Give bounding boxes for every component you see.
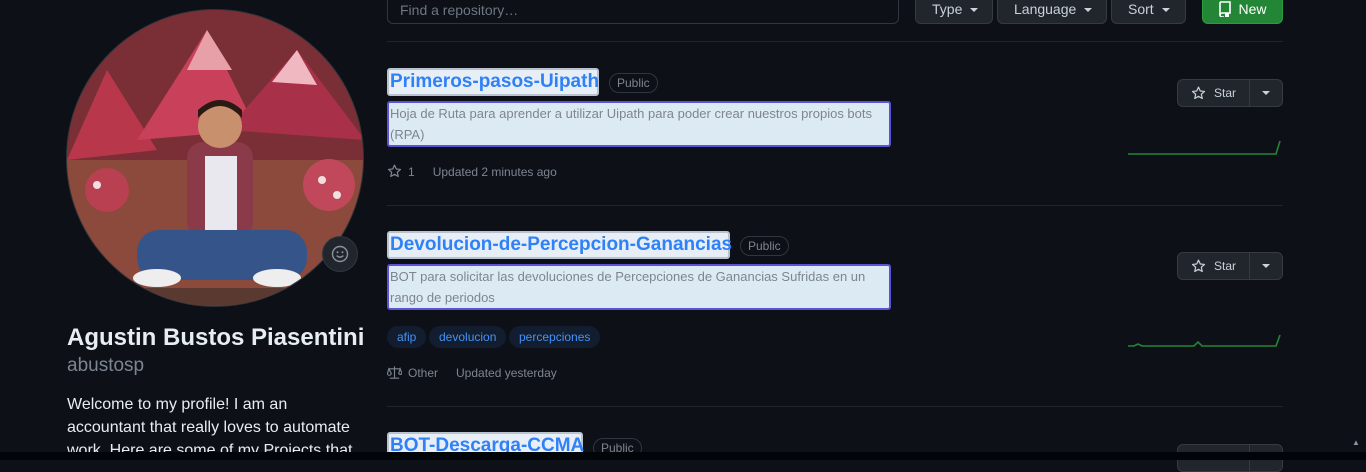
profile-username: abustosp bbox=[67, 355, 145, 376]
profile-full-name: Agustin Bustos Piasentini bbox=[67, 324, 365, 351]
sort-button[interactable]: Sort bbox=[1111, 0, 1186, 24]
license-label: Other bbox=[408, 365, 439, 380]
repo-meta: Other Updated yesterday bbox=[387, 365, 557, 380]
type-filter-label: Type bbox=[932, 1, 963, 17]
star-button-group: Star bbox=[1177, 79, 1283, 107]
chevron-down-icon bbox=[1262, 91, 1270, 95]
star-button-label: Star bbox=[1213, 259, 1236, 273]
repo-icon bbox=[1219, 1, 1232, 17]
repo-name-link[interactable]: Primeros-pasos-Uipath bbox=[387, 68, 599, 96]
avatar[interactable] bbox=[66, 9, 364, 307]
smiley-icon bbox=[331, 245, 349, 263]
star-icon bbox=[387, 164, 402, 178]
star-button-group: Star bbox=[1177, 252, 1283, 280]
updated-time: Updated yesterday bbox=[456, 365, 557, 380]
chevron-down-icon bbox=[1161, 8, 1170, 12]
new-button-label: New bbox=[1238, 1, 1267, 17]
star-icon bbox=[1191, 259, 1206, 272]
star-list-dropdown-button[interactable] bbox=[1249, 252, 1283, 280]
language-filter-button[interactable]: Language bbox=[997, 0, 1107, 24]
new-repository-button[interactable]: New bbox=[1202, 0, 1283, 24]
chevron-down-icon bbox=[1262, 264, 1270, 268]
profile-avatar-container bbox=[66, 9, 364, 307]
sort-label: Sort bbox=[1128, 1, 1154, 17]
language-filter-label: Language bbox=[1014, 1, 1077, 17]
repo-meta: 1 Updated 2 minutes ago bbox=[387, 164, 557, 179]
visibility-badge: Public bbox=[740, 236, 789, 256]
activity-sparkline bbox=[1128, 140, 1281, 155]
topic-tag[interactable]: devolucion bbox=[429, 326, 507, 348]
horizontal-scrollbar[interactable] bbox=[0, 452, 1366, 460]
repo-description: Hoja de Ruta para aprender a utilizar Ui… bbox=[387, 101, 891, 147]
repo-description: BOT para solicitar las devoluciones de P… bbox=[387, 264, 891, 310]
chevron-down-icon bbox=[970, 8, 979, 12]
repo-name-link[interactable]: Devolucion-de-Percepcion-Ganancias bbox=[387, 231, 732, 259]
topic-tag[interactable]: percepciones bbox=[509, 326, 601, 348]
visibility-badge: Public bbox=[609, 73, 658, 93]
divider bbox=[387, 205, 1283, 206]
chevron-down-icon bbox=[1084, 8, 1093, 12]
star-icon bbox=[1191, 86, 1206, 99]
type-filter-button[interactable]: Type bbox=[915, 0, 993, 24]
law-icon bbox=[387, 366, 402, 379]
star-button[interactable]: Star bbox=[1177, 79, 1250, 107]
scroll-up-arrow-icon[interactable]: ▲ bbox=[1352, 438, 1360, 447]
avatar-photo bbox=[67, 10, 363, 306]
star-list-dropdown-button[interactable] bbox=[1249, 79, 1283, 107]
set-status-emoji-button[interactable] bbox=[322, 236, 358, 272]
activity-sparkline bbox=[1128, 334, 1281, 347]
updated-time: Updated 2 minutes ago bbox=[432, 164, 557, 179]
star-count[interactable]: 1 bbox=[408, 165, 415, 179]
topic-tag[interactable]: afip bbox=[387, 326, 427, 348]
star-button-label: Star bbox=[1213, 86, 1236, 100]
star-button[interactable]: Star bbox=[1177, 252, 1250, 280]
repository-search-input[interactable]: Find a repository… bbox=[387, 0, 899, 24]
divider bbox=[387, 41, 1283, 42]
divider bbox=[387, 406, 1283, 407]
